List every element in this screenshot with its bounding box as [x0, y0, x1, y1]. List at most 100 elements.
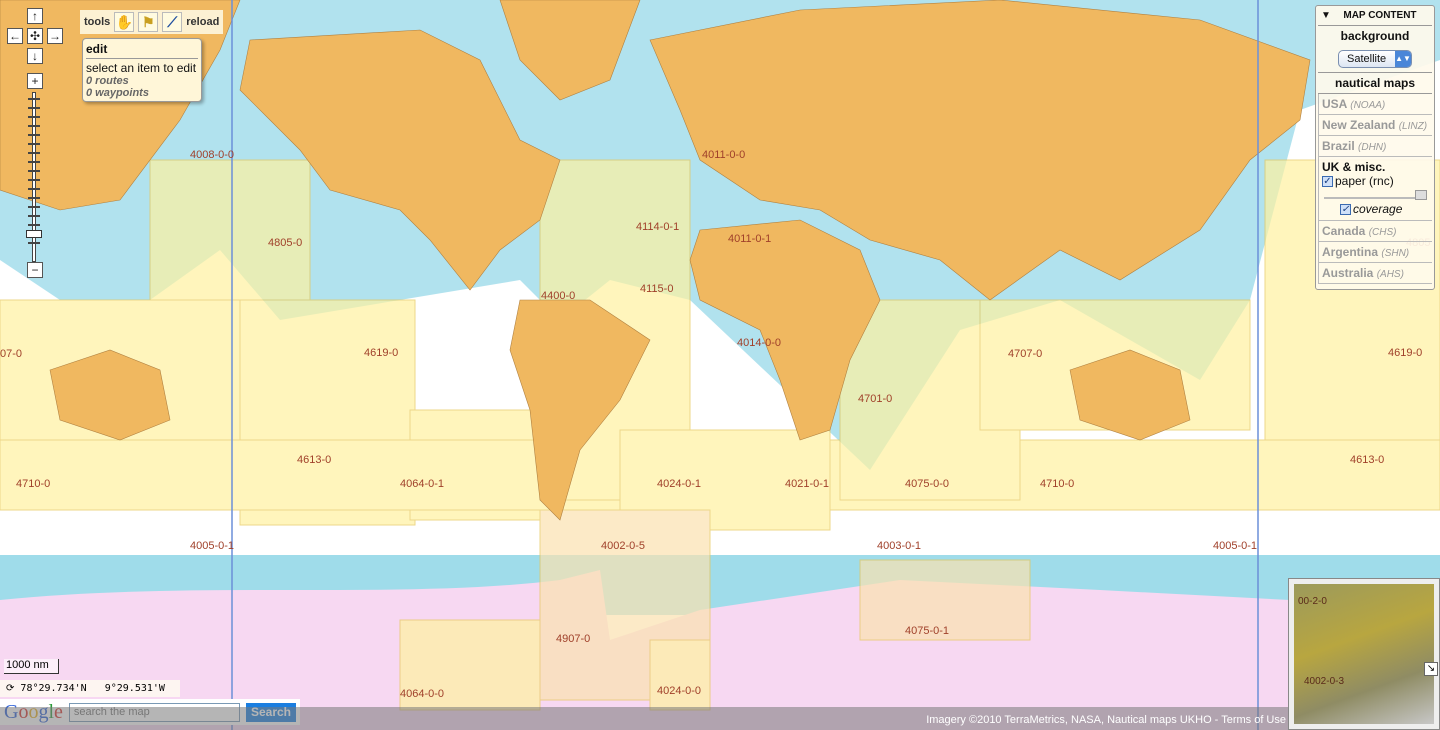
- nautical-map[interactable]: [0, 0, 1440, 730]
- overview-toggle-button[interactable]: ↘: [1424, 662, 1438, 676]
- route-icon[interactable]: ⟋: [162, 12, 183, 32]
- paper-toggle[interactable]: ✓ paper (rnc): [1322, 174, 1429, 188]
- pan-down-button[interactable]: ↓: [27, 48, 43, 64]
- paper-label: paper (rnc): [1335, 174, 1394, 188]
- chart-label[interactable]: 4710-0: [16, 478, 50, 490]
- collapse-icon[interactable]: ▼: [1321, 10, 1331, 21]
- flag-icon[interactable]: ⚑: [138, 12, 159, 32]
- source-agency: (SHN): [1381, 248, 1410, 259]
- chart-label[interactable]: 4008-0-0: [190, 149, 234, 161]
- chart-label[interactable]: 4005-0-1: [190, 540, 234, 552]
- zoom-tick: [28, 107, 40, 109]
- chart-label[interactable]: 4707-0: [1008, 348, 1042, 360]
- scale-bar: 1000 nm: [4, 659, 59, 674]
- background-select[interactable]: Satellite ▲▼: [1338, 50, 1412, 68]
- refresh-icon[interactable]: ⟳: [6, 683, 14, 694]
- pan-right-button[interactable]: →: [47, 28, 63, 44]
- coverage-toggle[interactable]: ✓ coverage: [1322, 202, 1429, 216]
- hand-icon[interactable]: ✋: [114, 12, 135, 32]
- background-value: Satellite: [1347, 53, 1387, 65]
- chart-label[interactable]: 4613-0: [297, 454, 331, 466]
- zoom-slider-knob[interactable]: [26, 230, 42, 238]
- chart-label[interactable]: 4021-0-1: [785, 478, 829, 490]
- chart-label[interactable]: 4613-0: [1350, 454, 1384, 466]
- select-arrows-icon: ▲▼: [1395, 51, 1411, 67]
- chart-label[interactable]: 4907-0: [556, 633, 590, 645]
- chart-label[interactable]: 4002-0-5: [601, 540, 645, 552]
- zoom-out-button[interactable]: −: [27, 262, 43, 278]
- zoom-tick: [28, 206, 40, 208]
- chart-label[interactable]: 4619-0: [1388, 347, 1422, 359]
- chart-label[interactable]: 4005-0-1: [1213, 540, 1257, 552]
- chart-label[interactable]: 4701-0: [858, 393, 892, 405]
- chart-label[interactable]: 4014-0-0: [737, 337, 781, 349]
- chart-label[interactable]: 4011-0-1: [728, 233, 771, 245]
- zoom-tick: [28, 152, 40, 154]
- coverage-checkbox[interactable]: ✓: [1340, 204, 1351, 216]
- source-item[interactable]: New Zealand (LINZ): [1318, 115, 1432, 136]
- zoom-tick: [28, 134, 40, 136]
- zoom-slider[interactable]: [26, 92, 42, 262]
- source-item[interactable]: Australia (AHS): [1318, 263, 1432, 284]
- uk-label: UK & misc.: [1322, 160, 1386, 174]
- longitude: 9°29.531'W: [104, 683, 165, 694]
- chart-label[interactable]: 4114-0-1: [636, 221, 679, 233]
- coordinates-readout: ⟳ 78°29.734'N 9°29.531'W: [0, 680, 180, 697]
- pan-left-button[interactable]: ←: [7, 28, 23, 44]
- chart-label[interactable]: 4805-0: [268, 237, 302, 249]
- source-item[interactable]: Canada (CHS): [1318, 221, 1432, 242]
- zoom-tick: [28, 161, 40, 163]
- source-agency: (NOAA): [1350, 100, 1386, 111]
- chart-label[interactable]: 4115-0: [640, 283, 673, 295]
- source-agency: (CHS): [1368, 227, 1397, 238]
- latitude: 78°29.734'N: [20, 683, 87, 694]
- zoom-tick: [28, 170, 40, 172]
- paper-checkbox[interactable]: ✓: [1322, 176, 1333, 188]
- source-item[interactable]: Brazil (DHN): [1318, 136, 1432, 157]
- zoom-tick: [28, 179, 40, 181]
- chart-label[interactable]: 4400-0: [541, 290, 575, 302]
- chart-label[interactable]: 4024-0-0: [657, 685, 701, 697]
- panel-title: MAP CONTENT: [1343, 10, 1417, 21]
- waypoints-count: 0 waypoints: [86, 87, 149, 99]
- routes-count: 0 routes: [86, 75, 129, 87]
- chart-label[interactable]: 4075-0-1: [905, 625, 949, 637]
- attribution: Imagery ©2010 TerraMetrics, NASA, Nautic…: [0, 707, 1290, 730]
- toolbar: tools ✋ ⚑ ⟋ reload: [80, 10, 224, 34]
- pan-up-button[interactable]: ↑: [27, 8, 43, 24]
- chart-label[interactable]: 4075-0-0: [905, 478, 949, 490]
- reload-button[interactable]: reload: [186, 16, 219, 28]
- zoom-in-button[interactable]: +: [27, 73, 43, 89]
- opacity-slider-knob[interactable]: [1415, 190, 1427, 200]
- chart-label[interactable]: 4064-0-1: [400, 478, 444, 490]
- background-label: background: [1340, 29, 1410, 43]
- pan-center-button[interactable]: ✣: [27, 28, 43, 44]
- chart-label[interactable]: 4011-0-0: [702, 149, 745, 161]
- map-content-panel: ▼ MAP CONTENT background Satellite ▲▼ naut…: [1315, 5, 1435, 290]
- chart-label[interactable]: 4024-0-1: [657, 478, 701, 490]
- zoom-tick: [28, 143, 40, 145]
- overview-label: 00-2-0: [1298, 596, 1327, 607]
- source-name: Argentina: [1322, 245, 1379, 259]
- source-agency: (LINZ): [1398, 121, 1428, 132]
- nautical-maps-label: nautical maps: [1318, 72, 1432, 94]
- source-item[interactable]: Argentina (SHN): [1318, 242, 1432, 263]
- chart-label[interactable]: 4003-0-1: [877, 540, 921, 552]
- source-item[interactable]: USA (NOAA): [1318, 94, 1432, 115]
- zoom-tick: [28, 125, 40, 127]
- chart-label[interactable]: 4619-0: [364, 347, 398, 359]
- chart-label[interactable]: 4710-0: [1040, 478, 1074, 490]
- tools-label: tools: [84, 16, 111, 28]
- source-name: Brazil: [1322, 139, 1355, 153]
- zoom-tick: [28, 188, 40, 190]
- coverage-label: coverage: [1353, 202, 1403, 216]
- source-uk: UK & misc. ✓ paper (rnc) ✓ coverage: [1318, 157, 1432, 221]
- zoom-tick: [28, 224, 40, 226]
- chart-label[interactable]: 4064-0-0: [400, 688, 444, 700]
- zoom-tick: [28, 215, 40, 217]
- overview-label: 4002-0-3: [1304, 676, 1345, 687]
- chart-label[interactable]: 07-0: [0, 348, 22, 360]
- overview-map[interactable]: 00-2-0 4002-0-3 ↘: [1288, 578, 1440, 730]
- zoom-tick: [28, 242, 40, 244]
- opacity-slider[interactable]: [1324, 190, 1427, 200]
